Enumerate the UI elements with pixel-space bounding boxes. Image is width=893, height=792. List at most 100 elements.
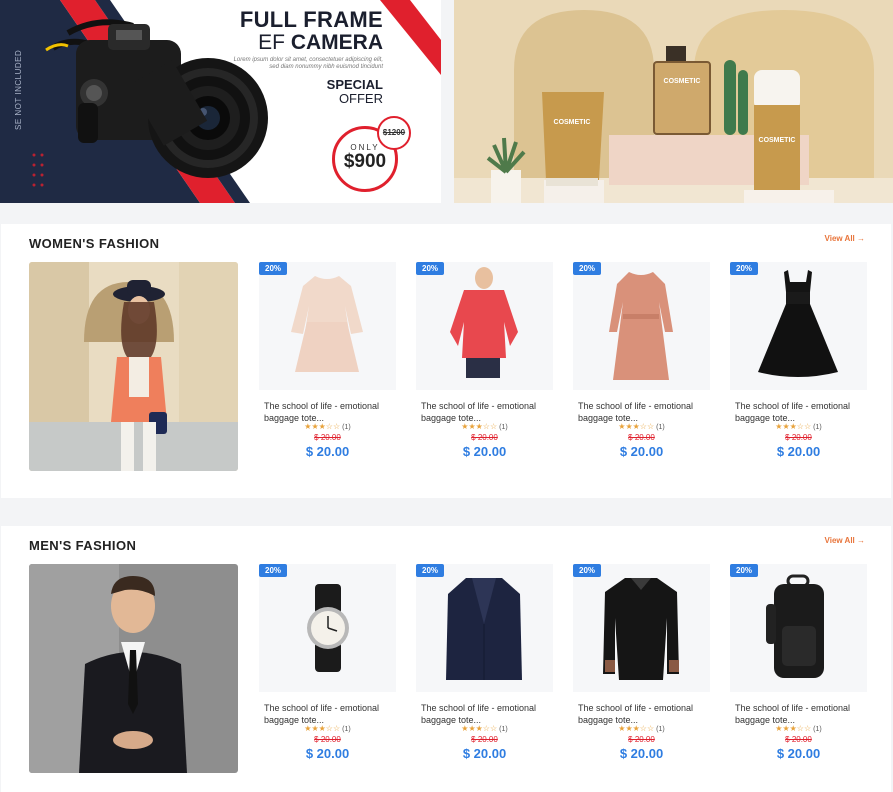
review-count: (1) <box>813 424 822 431</box>
product-price: $ 20.00 <box>305 444 350 459</box>
product-card[interactable]: 20% The school of life - emotional bagga… <box>573 564 710 774</box>
jar-label: COSMETIC <box>759 137 796 144</box>
old-price: $ 20.00 <box>471 433 498 442</box>
product-card[interactable]: 20% The school of life - emotional bagga… <box>259 262 396 472</box>
product-image[interactable] <box>730 564 867 692</box>
product-rating: ★★★☆☆ (1) <box>416 724 553 733</box>
star-rating-icon: ★★★☆☆ <box>461 724 498 733</box>
discount-badge: 20% <box>416 262 445 275</box>
view-all-link[interactable]: View All → <box>825 536 865 545</box>
review-count: (1) <box>342 424 351 431</box>
women-feature-image[interactable] <box>29 262 238 471</box>
product-card[interactable]: 20% The school of life - emotional bagga… <box>730 564 867 774</box>
camera-title-camera: CAMERA <box>290 31 383 54</box>
review-count: (1) <box>499 726 508 733</box>
camera-title-line2: EF CAMERA <box>223 32 383 54</box>
discount-badge: 20% <box>573 564 602 577</box>
product-image[interactable] <box>416 262 553 390</box>
star-rating-icon: ★★★☆☆ <box>618 724 655 733</box>
cactus-icon <box>724 60 748 135</box>
product-price: $ 20.00 <box>776 444 821 459</box>
cosmetic-scene: COSMETIC COSMETIC COSMETIC <box>454 0 893 203</box>
dress-peach-icon <box>609 272 673 380</box>
men-feature-image[interactable] <box>29 564 238 773</box>
product-name[interactable]: The school of life - emotional baggage t… <box>264 702 394 726</box>
product-rating: ★★★☆☆ (1) <box>573 422 710 431</box>
product-card[interactable]: 20% The school of life - emotional bagga… <box>730 262 867 472</box>
camera-title-line1: FULL FRAME <box>239 7 383 32</box>
product-name[interactable]: The school of life - emotional baggage t… <box>264 400 394 424</box>
discount-badge: 20% <box>730 564 759 577</box>
discount-badge: 20% <box>573 262 602 275</box>
product-price: $ 20.00 <box>619 444 664 459</box>
product-rating: ★★★☆☆ (1) <box>259 724 396 733</box>
old-price: $ 20.00 <box>314 433 341 442</box>
offer-label: OFFER <box>338 91 383 106</box>
tube-label: COSMETIC <box>554 119 591 126</box>
product-rating: ★★★☆☆ (1) <box>416 422 553 431</box>
section-title: MEN'S FASHION <box>29 538 137 553</box>
review-count: (1) <box>656 424 665 431</box>
shirt-icon <box>603 578 679 680</box>
product-image[interactable] <box>573 262 710 390</box>
star-rating-icon: ★★★☆☆ <box>304 422 341 431</box>
product-card[interactable]: 20% The school of life - emotional bagga… <box>259 564 396 774</box>
product-rating: ★★★☆☆ (1) <box>259 422 396 431</box>
product-price: $ 20.00 <box>462 746 507 761</box>
product-image[interactable] <box>416 564 553 692</box>
offer-price: $900 <box>343 151 387 172</box>
special-label: SPECIAL <box>326 77 383 92</box>
old-price: $ 20.00 <box>314 735 341 744</box>
discount-badge: 20% <box>730 262 759 275</box>
old-price: $ 20.00 <box>628 735 655 744</box>
product-image[interactable] <box>259 564 396 692</box>
product-price: $ 20.00 <box>305 746 350 761</box>
product-name[interactable]: The school of life - emotional baggage t… <box>578 400 708 424</box>
woman-model-icon <box>29 262 238 471</box>
product-card[interactable]: 20% The school of life - emotional bagga… <box>416 262 553 472</box>
star-rating-icon: ★★★☆☆ <box>775 422 812 431</box>
old-price-circle: $1200 <box>377 116 411 150</box>
product-image[interactable] <box>259 262 396 390</box>
camera-description: Lorem ipsum dolor sit amet, consectetuer… <box>233 57 383 70</box>
product-name[interactable]: The school of life - emotional baggage t… <box>421 702 551 726</box>
review-count: (1) <box>342 726 351 733</box>
product-name[interactable]: The school of life - emotional baggage t… <box>578 702 708 726</box>
page: FULL FRAME EF CAMERA Lorem ipsum dolor s… <box>0 0 893 792</box>
cosmetic-tube-icon: COSMETIC <box>542 92 604 186</box>
cosmetic-jar-icon: COSMETIC <box>754 70 800 190</box>
womens-fashion-section: WOMEN'S FASHION View All → 20% The schoo… <box>1 224 891 498</box>
camera-promo-banner[interactable]: FULL FRAME EF CAMERA Lorem ipsum dolor s… <box>0 0 441 203</box>
product-image[interactable] <box>573 564 710 692</box>
old-price: $ 20.00 <box>785 433 812 442</box>
review-count: (1) <box>656 726 665 733</box>
star-rating-icon: ★★★☆☆ <box>461 422 498 431</box>
discount-badge: 20% <box>259 564 288 577</box>
mens-fashion-section: MEN'S FASHION View All → 20% The school … <box>1 526 891 792</box>
product-name[interactable]: The school of life - emotional baggage t… <box>735 400 865 424</box>
dress-pink-icon <box>291 276 363 372</box>
section-title: WOMEN'S FASHION <box>29 236 160 251</box>
product-card[interactable]: 20% The school of life - emotional bagga… <box>573 262 710 472</box>
product-image[interactable] <box>730 262 867 390</box>
old-price: $ 20.00 <box>628 433 655 442</box>
star-rating-icon: ★★★☆☆ <box>618 422 655 431</box>
product-rating: ★★★☆☆ (1) <box>573 724 710 733</box>
product-rating: ★★★☆☆ (1) <box>730 724 867 733</box>
review-count: (1) <box>813 726 822 733</box>
cosmetic-promo-banner[interactable]: COSMETIC COSMETIC COSMETIC <box>454 0 893 203</box>
side-note: SE NOT INCLUDED <box>14 49 23 130</box>
watch-icon <box>307 584 349 672</box>
product-name[interactable]: The school of life - emotional baggage t… <box>735 702 865 726</box>
view-all-link[interactable]: View All → <box>825 234 865 243</box>
product-card[interactable]: 20% The school of life - emotional bagga… <box>416 564 553 774</box>
blazer-icon <box>446 578 522 680</box>
camera-title-ef: EF <box>258 31 285 54</box>
camera-headline: FULL FRAME EF CAMERA Lorem ipsum dolor s… <box>223 8 383 106</box>
man-model-icon <box>29 564 238 773</box>
product-price: $ 20.00 <box>619 746 664 761</box>
star-rating-icon: ★★★☆☆ <box>304 724 341 733</box>
product-name[interactable]: The school of life - emotional baggage t… <box>421 400 551 424</box>
product-price: $ 20.00 <box>776 746 821 761</box>
review-count: (1) <box>499 424 508 431</box>
